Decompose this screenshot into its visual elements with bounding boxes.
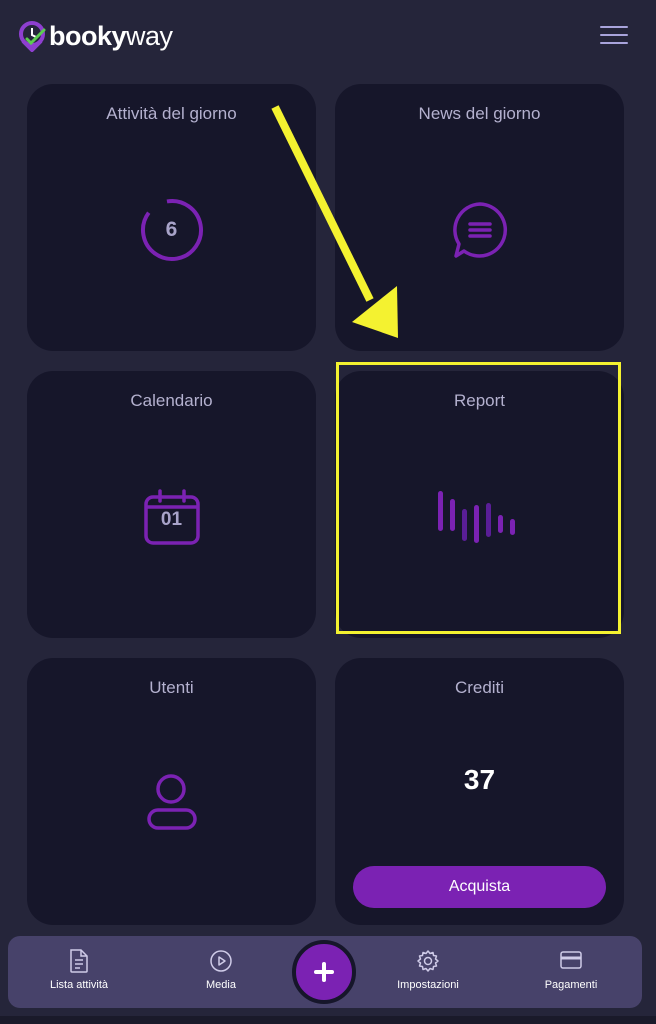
annotation-arrow: [271, 105, 398, 338]
